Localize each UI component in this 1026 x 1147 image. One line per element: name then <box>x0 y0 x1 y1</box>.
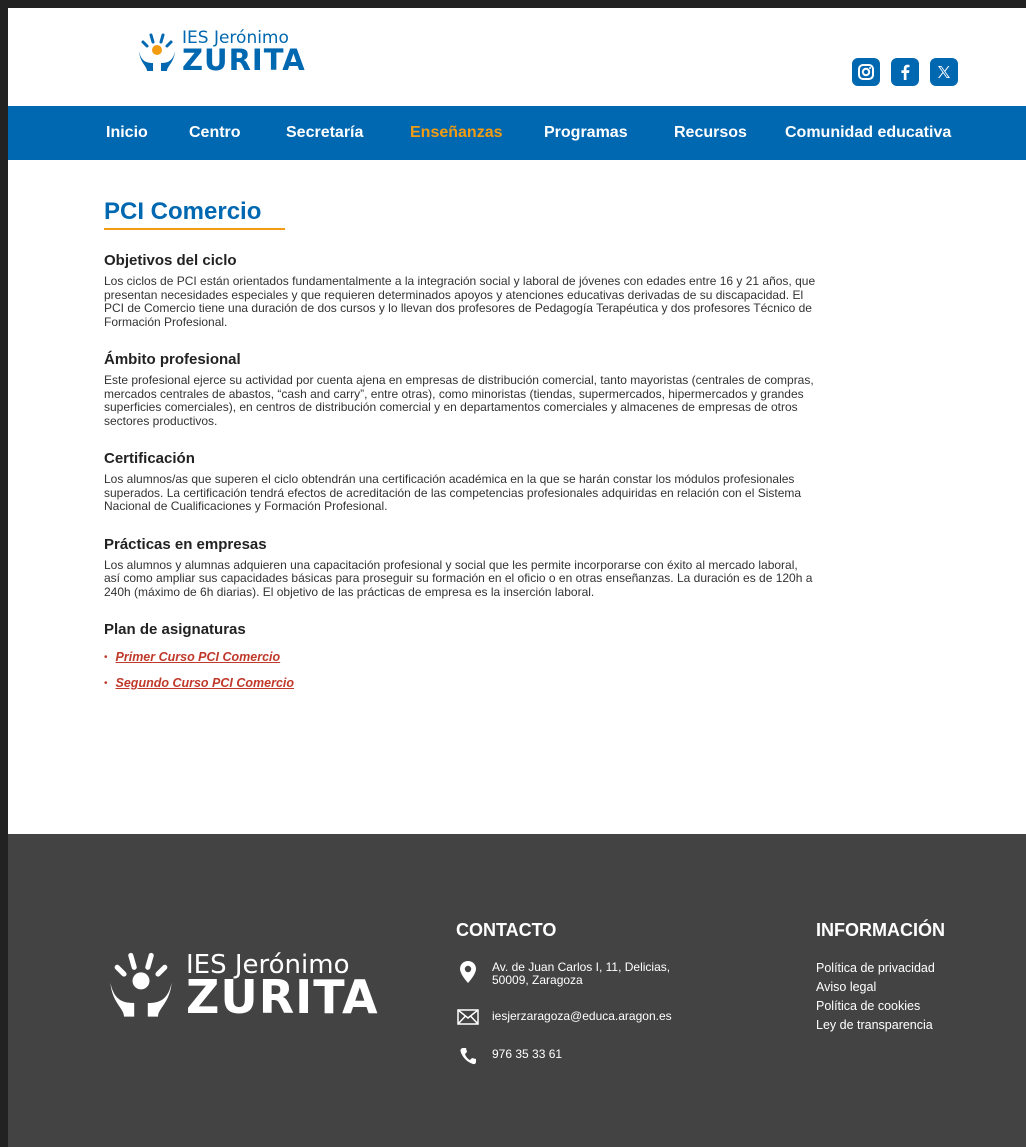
social-links <box>852 58 958 86</box>
main-content: PCI Comercio Objetivos del ciclo Los cic… <box>8 160 824 690</box>
logo-mark-icon <box>139 33 175 71</box>
section-practicas: Prácticas en empresas Los alumnos y alum… <box>104 536 824 600</box>
section-heading: Prácticas en empresas <box>104 535 267 553</box>
nav-item-secretaria[interactable]: Secretaría <box>286 124 363 142</box>
site-logo[interactable]: IES Jerónimo ZURITA <box>136 30 306 75</box>
browser-frame: IES Jerónimo ZURITA Inicio Centro Secret… <box>8 8 1026 1147</box>
main-nav: Inicio Centro Secretaría Enseñanzas Prog… <box>8 106 1026 160</box>
plan-list: • Primer Curso PCI Comercio • Segundo Cu… <box>104 650 824 690</box>
section-heading: Objetivos del ciclo <box>104 252 237 269</box>
bullet-icon: • <box>104 677 108 689</box>
section-heading: Plan de asignaturas <box>104 621 246 638</box>
section-heading: Ámbito profesional <box>104 351 241 368</box>
logo-line2: ZURITA <box>182 43 306 77</box>
section-ambito: Ámbito profesional Este profesional ejer… <box>104 351 824 428</box>
contact-email: iesjerzaragoza@educa.aragon.es <box>456 1009 672 1025</box>
phone-link[interactable]: 976 35 33 61 <box>492 1047 562 1061</box>
facebook-icon[interactable] <box>891 58 919 86</box>
info-links: Política de privacidad Aviso legal Polít… <box>816 961 945 1032</box>
phone-icon <box>456 1047 480 1065</box>
mail-icon <box>456 1009 480 1025</box>
location-pin-icon <box>456 961 480 983</box>
link-politica-privacidad[interactable]: Política de privacidad <box>816 961 945 975</box>
section-heading: Certificación <box>104 450 195 467</box>
list-item: • Segundo Curso PCI Comercio <box>104 676 824 690</box>
nav-item-recursos[interactable]: Recursos <box>674 124 747 142</box>
link-politica-cookies[interactable]: Política de cookies <box>816 999 945 1013</box>
logo-mark-icon <box>110 952 172 1017</box>
page-title: PCI Comercio <box>104 198 286 230</box>
info-block: INFORMACIÓN Política de privacidad Aviso… <box>816 920 945 1037</box>
nav-item-programas[interactable]: Programas <box>544 124 628 142</box>
plan-link-segundo-curso[interactable]: Segundo Curso PCI Comercio <box>116 676 295 690</box>
plan-link-primer-curso[interactable]: Primer Curso PCI Comercio <box>116 650 281 664</box>
bullet-icon: • <box>104 651 108 663</box>
list-item: • Primer Curso PCI Comercio <box>104 650 824 664</box>
section-text: Los alumnos y alumnas adquieren una capa… <box>104 557 813 599</box>
section-text: Los ciclos de PCI están orientados funda… <box>104 274 816 329</box>
footer-logo[interactable]: IES Jerónimo ZURITA <box>104 952 379 1020</box>
site-footer: IES Jerónimo ZURITA CONTACTO Av. de Juan… <box>8 834 1026 1147</box>
section-text: Este profesional ejerce su actividad por… <box>104 373 814 428</box>
footer-logo-line2: ZURITA <box>186 970 379 1024</box>
email-link[interactable]: iesjerzaragoza@educa.aragon.es <box>492 1009 672 1023</box>
section-objetivos: Objetivos del ciclo Los ciclos de PCI es… <box>104 252 824 329</box>
section-certificacion: Certificación Los alumnos/as que superen… <box>104 450 824 514</box>
section-plan: Plan de asignaturas • Primer Curso PCI C… <box>104 621 824 690</box>
instagram-icon[interactable] <box>852 58 880 86</box>
contact-address: Av. de Juan Carlos I, 11, Delicias, 5000… <box>456 961 672 987</box>
address-line2: 50009, Zaragoza <box>492 973 583 987</box>
contact-block: CONTACTO Av. de Juan Carlos I, 11, Delic… <box>456 920 672 1087</box>
link-aviso-legal[interactable]: Aviso legal <box>816 980 945 994</box>
link-ley-transparencia[interactable]: Ley de transparencia <box>816 1018 945 1032</box>
site-header: IES Jerónimo ZURITA <box>8 8 1026 106</box>
contact-title: CONTACTO <box>456 920 557 940</box>
nav-item-ensenanzas[interactable]: Enseñanzas <box>410 124 502 142</box>
section-text: Los alumnos/as que superen el ciclo obte… <box>104 472 802 513</box>
nav-item-centro[interactable]: Centro <box>189 124 241 142</box>
nav-item-inicio[interactable]: Inicio <box>106 124 148 142</box>
nav-item-comunidad-educativa[interactable]: Comunidad educativa <box>785 124 951 142</box>
contact-phone: 976 35 33 61 <box>456 1047 672 1065</box>
info-title: INFORMACIÓN <box>816 920 945 940</box>
x-twitter-icon[interactable] <box>930 58 958 86</box>
